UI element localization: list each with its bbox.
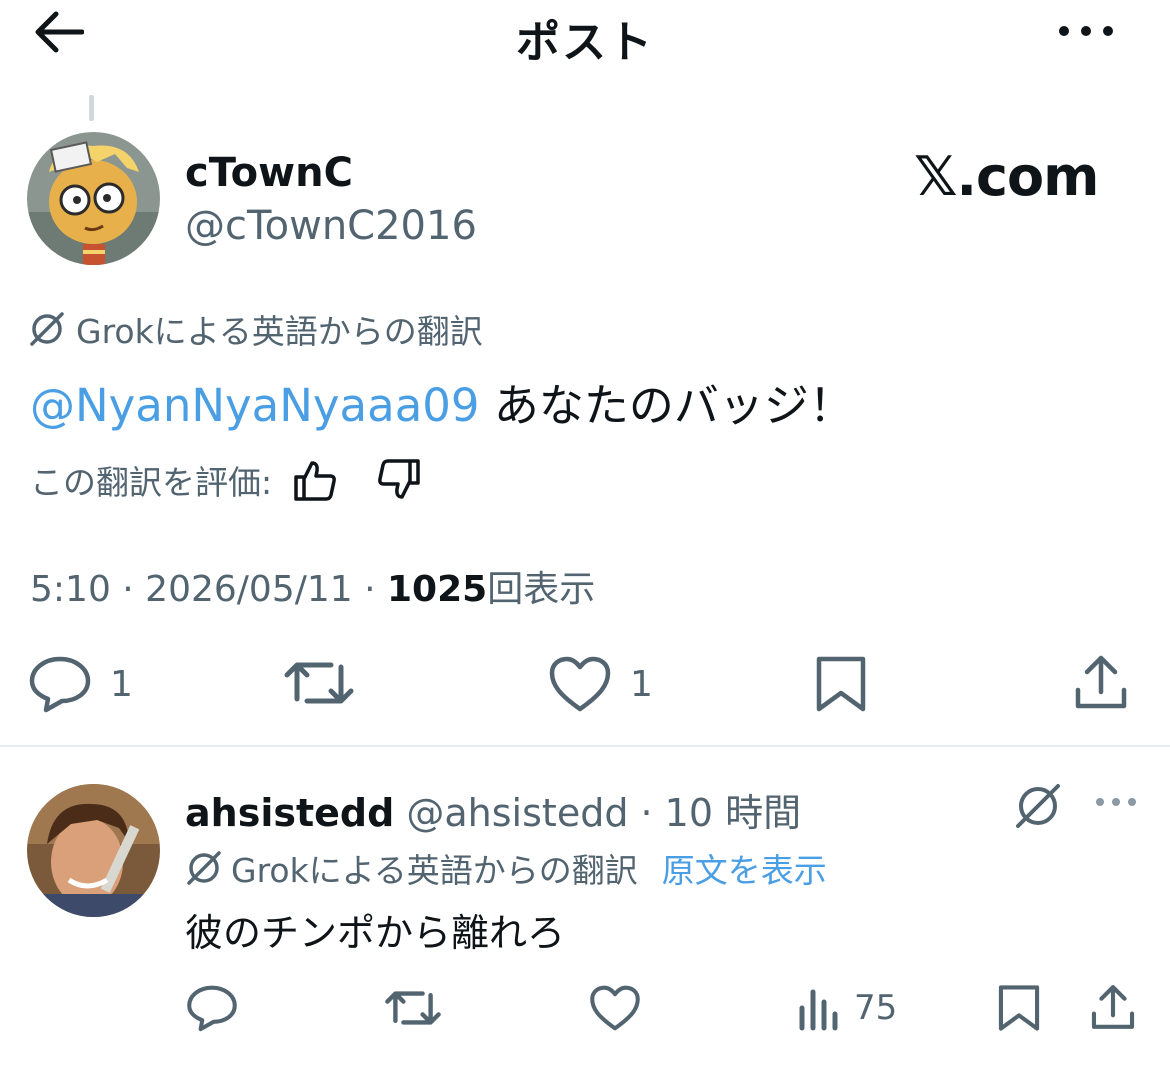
watermark-text: 𝕏.com (914, 144, 1099, 208)
share-icon (1072, 652, 1130, 712)
repost-icon (283, 653, 355, 713)
heart-icon (589, 984, 641, 1032)
show-original-link[interactable]: 原文を表示 (662, 844, 827, 892)
like-count: 1 (630, 663, 653, 705)
post-meta: 5:10 · 2026/05/11 · 1025回表示 (30, 560, 595, 612)
photo-avatar-icon (27, 784, 160, 917)
translation-label-text: Grokによる英語からの翻訳 (76, 312, 483, 351)
reply-button[interactable]: 1 (28, 655, 133, 713)
divider (0, 745, 1170, 747)
rate-label: この翻訳を評価: (30, 463, 273, 502)
reply-icon (186, 984, 238, 1032)
post-text-body: あなたのバッジ！ (479, 379, 854, 432)
reply-author-handle[interactable]: @ahsistedd (406, 791, 628, 835)
x-com-watermark: 𝕏.com (914, 144, 1099, 208)
author-handle[interactable]: @cTownC2016 (185, 203, 477, 249)
mention-link[interactable]: @NyanNyaNyaaa09 (30, 379, 480, 432)
reply-time: · 10 時間 (628, 791, 802, 835)
reply-text: 彼のチンポから離れろ (185, 911, 566, 955)
analytics-icon (796, 984, 840, 1032)
rate-translation: この翻訳を評価: (30, 456, 422, 504)
like-button[interactable] (589, 984, 641, 1032)
view-count: 1025 (387, 569, 488, 610)
avatar[interactable] (27, 132, 160, 265)
reply-avatar[interactable] (27, 784, 160, 917)
reply-author-name[interactable]: ahsistedd (185, 791, 394, 835)
translation-label: Grokによる英語からの翻訳 (28, 307, 483, 351)
repost-icon (384, 984, 442, 1032)
bookmark-icon (996, 984, 1042, 1032)
reply-icon (28, 655, 92, 713)
author-name[interactable]: cTownC (185, 150, 353, 196)
reply-translation-text: Grokによる英語からの翻訳 (231, 851, 638, 890)
page-title: ポスト (516, 17, 654, 68)
timestamp: 5:10 · 2026/05/11 · (30, 569, 387, 610)
bookmark-button[interactable] (996, 984, 1042, 1032)
heart-icon (548, 655, 612, 713)
like-button[interactable]: 1 (548, 655, 653, 713)
grok-icon (185, 849, 223, 887)
repost-button[interactable] (283, 653, 355, 713)
views-button[interactable]: 75 (796, 984, 897, 1032)
more-horizontal-icon[interactable] (1094, 792, 1138, 812)
reply-count: 1 (110, 663, 133, 705)
share-icon (1089, 982, 1137, 1032)
thumbs-up-icon[interactable] (292, 459, 338, 501)
more-horizontal-icon[interactable] (1056, 16, 1116, 46)
grok-icon (28, 310, 66, 348)
repost-button[interactable] (384, 984, 442, 1032)
view-label: 回表示 (487, 569, 596, 610)
thumbs-down-icon[interactable] (376, 459, 422, 501)
bookmark-button[interactable] (813, 655, 869, 713)
post-text: @NyanNyaNyaaa09 あなたのバッジ！ (30, 369, 854, 434)
grok-icon[interactable] (1012, 780, 1064, 832)
cartoon-avatar-icon (27, 132, 160, 265)
reply-button[interactable] (186, 984, 238, 1032)
thread-connector-line (89, 95, 94, 121)
bookmark-icon (813, 655, 869, 713)
reply-translation-label: Grokによる英語からの翻訳 原文を表示 (185, 846, 827, 890)
reply-header: ahsistedd @ahsistedd · 10 時間 (185, 782, 801, 837)
share-button[interactable] (1072, 652, 1130, 712)
views-count: 75 (854, 988, 898, 1028)
share-button[interactable] (1089, 982, 1137, 1032)
